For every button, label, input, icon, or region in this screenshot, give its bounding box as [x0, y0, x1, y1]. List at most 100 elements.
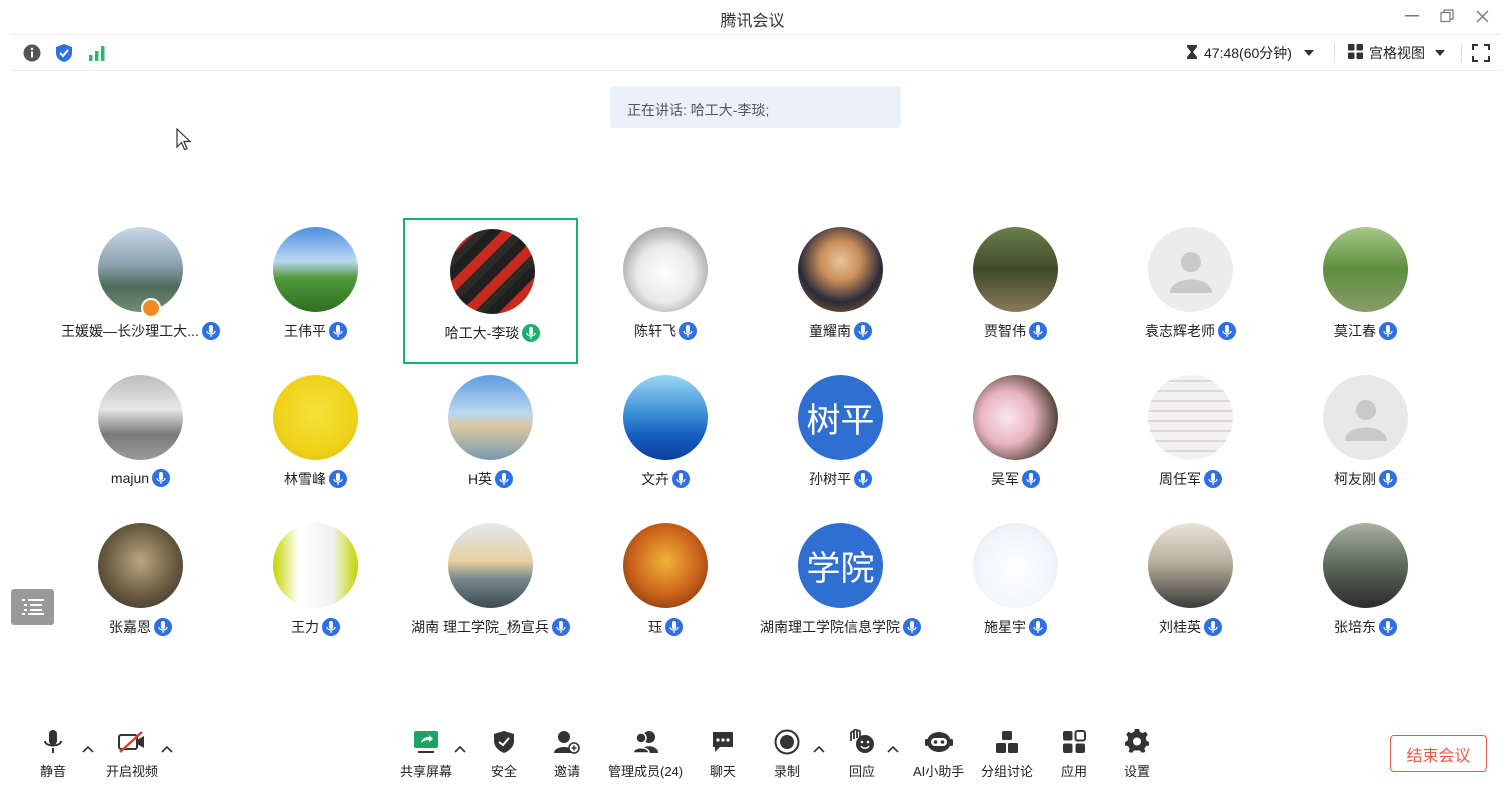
gear-icon [1123, 728, 1151, 756]
participant-tile[interactable]: H英 [403, 366, 578, 512]
participant-tile[interactable]: 林雪峰 [228, 366, 403, 512]
chevron-up-icon[interactable] [160, 742, 174, 756]
info-bar: 47:48(60分钟) 宫格视图 [10, 34, 1500, 71]
settings-button[interactable]: 设置 [1123, 728, 1151, 780]
participant-name: 文卉 [641, 471, 669, 487]
minimize-icon[interactable] [1401, 6, 1423, 26]
manage-members-label: 管理成员(24) [608, 764, 684, 779]
avatar [98, 523, 183, 608]
apps-button[interactable]: 应用 [1060, 728, 1088, 780]
participant-tile[interactable]: 珏 [578, 514, 753, 660]
avatar [448, 375, 533, 460]
mic-status-icon [329, 470, 347, 488]
invite-label: 邀请 [553, 764, 580, 779]
participant-tile[interactable]: 童耀南 [753, 218, 928, 364]
participant-tile[interactable]: 莫江春 [1278, 218, 1453, 364]
mic-status-icon [1379, 470, 1397, 488]
avatar [623, 375, 708, 460]
participant-tile[interactable]: 张嘉恩 [53, 514, 228, 660]
host-badge-icon [141, 298, 161, 318]
ai-assistant-label: AI小助手 [913, 764, 965, 779]
fullscreen-icon[interactable] [1471, 43, 1491, 63]
avatar [973, 227, 1058, 312]
bottom-toolbar: 静音 开启视频 共享屏幕 安全 邀请 管理成员(24) 聊天 录制 回应 AI小… [0, 720, 1505, 794]
default-user-icon [1169, 251, 1212, 293]
avatar [1323, 523, 1408, 608]
mic-status-icon [495, 470, 514, 488]
participant-tile[interactable]: 文卉 [578, 366, 753, 512]
participant-tile[interactable]: 树平 孙树平 [753, 366, 928, 512]
hourglass-icon [1186, 44, 1198, 63]
shield-icon[interactable] [54, 43, 74, 63]
participant-name: 莫江春 [1334, 323, 1376, 339]
video-button[interactable]: 开启视频 [106, 728, 158, 780]
chevron-up-icon[interactable] [81, 742, 95, 756]
participant-name: 柯友刚 [1334, 471, 1376, 487]
avatar [273, 227, 358, 312]
participant-name-row: 陈轩飞 [578, 321, 753, 341]
participant-name-row: 林雪峰 [228, 469, 403, 489]
breakout-icon [993, 728, 1021, 756]
restore-icon[interactable] [1436, 6, 1458, 26]
participant-name-row: 施星宇 [928, 617, 1103, 637]
meeting-timer[interactable]: 47:48(60分钟) [1186, 43, 1314, 63]
share-screen-button[interactable]: 共享屏幕 [400, 728, 452, 780]
mic-status-icon [679, 322, 697, 340]
avatar [1148, 227, 1233, 312]
participant-tile[interactable]: 王力 [228, 514, 403, 660]
participant-tile[interactable]: 王媛媛—长沙理工大... [53, 218, 228, 364]
window-title: 腾讯会议 [720, 13, 785, 30]
participant-name: 珏 [648, 619, 662, 635]
chevron-up-icon[interactable] [453, 742, 467, 756]
participant-name-row: 贾智伟 [928, 321, 1103, 341]
breakout-button[interactable]: 分组讨论 [981, 728, 1033, 780]
participant-name-row: 张培东 [1278, 617, 1453, 637]
security-button[interactable]: 安全 [490, 728, 518, 780]
participant-name: 吴军 [991, 471, 1019, 487]
participant-name: 陈轩飞 [634, 323, 676, 339]
participant-tile[interactable]: 刘桂英 [1103, 514, 1278, 660]
chevron-up-icon[interactable] [812, 742, 826, 756]
invite-button[interactable]: 邀请 [553, 728, 581, 780]
avatar [1323, 227, 1408, 312]
end-meeting-button[interactable]: 结束会议 [1390, 735, 1487, 772]
participant-tile[interactable]: 张培东 [1278, 514, 1453, 660]
divider [1334, 44, 1335, 62]
participant-tile[interactable]: 施星宇 [928, 514, 1103, 660]
mute-button[interactable]: 静音 [39, 728, 67, 780]
participant-name-row: 湖南 理工学院_杨宣兵 [403, 617, 578, 637]
participant-tile[interactable]: 哈工大-李琰 [403, 218, 578, 364]
participant-tile[interactable]: 柯友刚 [1278, 366, 1453, 512]
participant-tile[interactable]: 袁志辉老师 [1103, 218, 1278, 364]
default-user-icon [1344, 399, 1387, 441]
record-button[interactable]: 录制 [773, 728, 801, 780]
participant-tile[interactable]: 贾智伟 [928, 218, 1103, 364]
participant-tile[interactable]: 湖南 理工学院_杨宣兵 [403, 514, 578, 660]
participant-name: 林雪峰 [284, 471, 326, 487]
participant-name-row: 张嘉恩 [53, 617, 228, 637]
participant-name-row: 王媛媛—长沙理工大... [53, 321, 228, 341]
participant-tile[interactable]: 陈轩飞 [578, 218, 753, 364]
share-screen-label: 共享屏幕 [400, 764, 453, 779]
participant-tile[interactable]: 吴军 [928, 366, 1103, 512]
mic-status-icon [1029, 618, 1047, 636]
chat-button[interactable]: 聊天 [709, 728, 737, 780]
manage-members-button[interactable]: 管理成员(24) [608, 728, 683, 780]
chevron-up-icon[interactable] [886, 742, 900, 756]
ai-assistant-button[interactable]: AI小助手 [913, 728, 964, 780]
close-icon[interactable] [1471, 6, 1493, 26]
info-icon[interactable] [22, 43, 42, 63]
participant-name-row: 文卉 [578, 469, 753, 489]
member-list-toggle[interactable] [11, 589, 54, 625]
participant-name: 张培东 [1334, 619, 1376, 635]
react-button[interactable]: 回应 [848, 728, 876, 780]
participant-tile[interactable]: majun [53, 366, 228, 512]
participant-name-row: 刘桂英 [1103, 617, 1278, 637]
participant-name: 袁志辉老师 [1145, 323, 1215, 339]
signal-icon[interactable] [87, 43, 107, 63]
participant-tile[interactable]: 周任军 [1103, 366, 1278, 512]
view-mode-selector[interactable]: 宫格视图 [1348, 43, 1445, 63]
participant-tile[interactable]: 王伟平 [228, 218, 403, 364]
avatar [448, 523, 533, 608]
participant-tile[interactable]: 学院 湖南理工学院信息学院 [753, 514, 928, 660]
